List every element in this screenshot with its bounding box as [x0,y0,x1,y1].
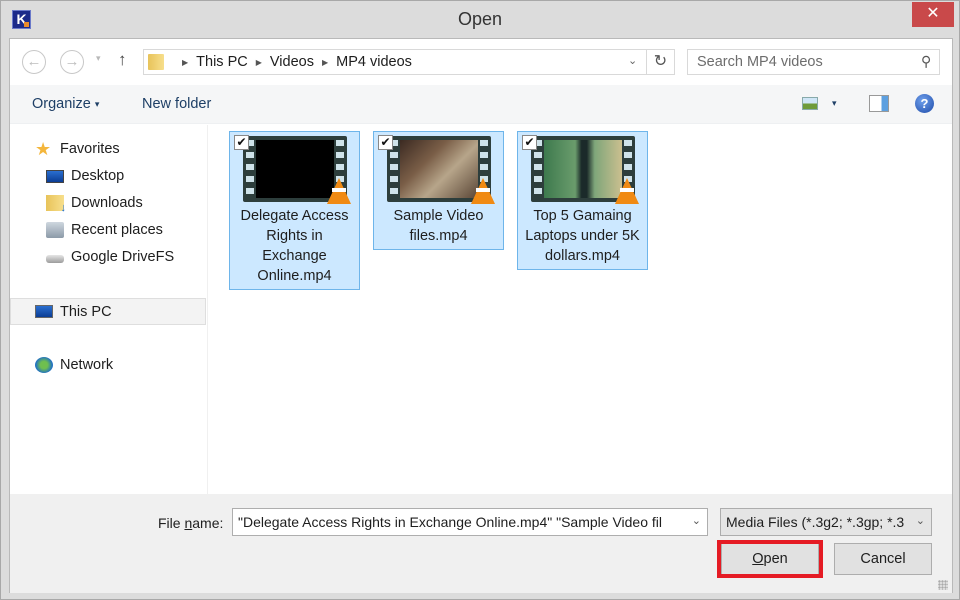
search-box[interactable]: Search MP4 videos ⚲ [687,49,940,75]
close-button[interactable]: ✕ [912,2,954,27]
folder-icon [148,54,164,70]
file-name-combobox[interactable]: "Delegate Access Rights in Exchange Onli… [232,508,708,536]
breadcrumb-separator-icon[interactable]: ▶ [182,58,188,67]
open-button[interactable]: Open [721,543,819,575]
thumbnail-frame [543,140,622,198]
vlc-cone-icon [326,178,351,204]
sidebar-item-label: Google DriveFS [71,249,175,265]
resize-grip-icon[interactable] [938,580,948,590]
file-name-input[interactable]: "Delegate Access Rights in Exchange Onli… [238,514,684,530]
back-button[interactable]: ← [22,50,46,74]
recent-locations-dropdown[interactable]: ▾ [96,53,101,64]
thumbnail-frame [399,140,478,198]
address-dropdown-icon[interactable]: ⌄ [628,54,637,67]
vlc-cone-icon [614,178,639,204]
organize-label: Organize [32,96,91,112]
downloads-icon [46,195,66,214]
recent-places-icon [46,222,64,238]
sidebar-item-label: Desktop [71,168,125,184]
vlc-cone-icon [470,178,495,204]
navigation-bar: ← → ▾ ↑ ▶ This PC ▶ Videos ▶ MP4 videos … [10,39,952,85]
sidebar-item-google-drivefs[interactable]: Google DriveFS [10,245,206,269]
breadcrumb-videos[interactable]: Videos [270,54,314,70]
cancel-button[interactable]: Cancel [834,543,932,575]
view-options-dropdown[interactable]: ▾ [832,98,837,109]
sidebar-item-recent-places[interactable]: Recent places [10,218,206,242]
desktop-icon [46,169,64,183]
file-checkbox[interactable]: ✔ [522,135,537,150]
video-thumbnail [530,136,639,204]
dialog-title: Open [457,9,503,29]
change-view-icon[interactable] [802,97,818,110]
computer-icon [35,305,53,318]
file-name: Delegate Access Rights in Exchange Onlin… [240,208,349,284]
search-icon[interactable]: ⚲ [921,53,931,70]
network-icon [35,357,53,373]
sidebar-item-label: Downloads [71,195,143,211]
breadcrumb-this-pc[interactable]: This PC [196,54,248,70]
title-bar: K Open ✕ [1,1,959,38]
sidebar-item-favorites[interactable]: ★ Favorites [10,137,206,161]
refresh-button[interactable]: ↻ [646,50,674,74]
file-list: ✔ Delegate Access Rights in Exchange Onl… [209,125,952,494]
drive-icon [46,255,64,263]
dialog-body: ← → ▾ ↑ ▶ This PC ▶ Videos ▶ MP4 videos … [9,38,953,593]
thumbnail-frame [255,140,334,198]
open-mnemonic: O [752,551,764,567]
command-toolbar: Organize ▾ New folder ▾ ? [10,85,952,124]
up-button[interactable]: ↑ [118,50,127,70]
sidebar-item-label: Favorites [60,141,120,157]
sidebar-item-this-pc[interactable]: This PC [10,298,206,325]
file-name: Top 5 Gamaing Laptops under 5K dollars.m… [525,208,640,264]
file-name-label: File name: [158,515,223,531]
file-checkbox[interactable]: ✔ [378,135,393,150]
preview-pane-icon[interactable] [869,95,889,112]
open-label: pen [763,551,788,567]
sidebar-item-network[interactable]: Network [10,353,206,377]
new-folder-button[interactable]: New folder [142,96,211,112]
label-part: ame: [192,515,224,531]
file-type-select[interactable]: Media Files (*.3g2; *.3gp; *.3 ⌄ [720,508,932,536]
file-item[interactable]: ✔ Top 5 Gamaing Laptops under 5K dollars… [517,131,648,270]
breadcrumb: ▶ This PC ▶ Videos ▶ MP4 videos [174,54,412,70]
file-checkbox[interactable]: ✔ [234,135,249,150]
star-icon: ★ [35,139,52,159]
chevron-down-icon: ▾ [94,99,100,109]
open-file-dialog: K Open ✕ ← → ▾ ↑ ▶ This PC ▶ Videos ▶ MP… [0,0,960,600]
forward-button[interactable]: → [60,50,84,74]
video-thumbnail [242,136,351,204]
sidebar-item-label: Recent places [71,222,163,238]
file-item[interactable]: ✔ Sample Video files.mp4 [373,131,504,250]
help-icon[interactable]: ? [915,94,934,113]
breadcrumb-separator-icon[interactable]: ▶ [256,58,262,67]
breadcrumb-mp4-videos[interactable]: MP4 videos [336,54,412,70]
sidebar-item-label: Network [60,357,114,373]
sidebar-item-downloads[interactable]: Downloads [10,191,206,215]
organize-button[interactable]: Organize ▾ [32,96,99,112]
navigation-pane: ★ Favorites Desktop Downloads Recent pla… [10,125,208,494]
video-thumbnail [386,136,495,204]
file-type-value: Media Files (*.3g2; *.3gp; *.3 [726,514,905,530]
breadcrumb-separator-icon[interactable]: ▶ [322,58,328,67]
file-item[interactable]: ✔ Delegate Access Rights in Exchange Onl… [229,131,360,290]
address-bar[interactable]: ▶ This PC ▶ Videos ▶ MP4 videos ⌄ ↻ [143,49,675,75]
chevron-down-icon[interactable]: ⌄ [916,514,925,527]
sidebar-item-label: This PC [60,303,112,320]
footer-panel: File name: "Delegate Access Rights in Ex… [10,494,952,593]
chevron-down-icon[interactable]: ⌄ [692,514,701,527]
file-name: Sample Video files.mp4 [393,208,484,244]
sidebar-item-desktop[interactable]: Desktop [10,164,206,188]
label-part: File [158,515,185,531]
search-input[interactable]: Search MP4 videos [697,54,823,70]
